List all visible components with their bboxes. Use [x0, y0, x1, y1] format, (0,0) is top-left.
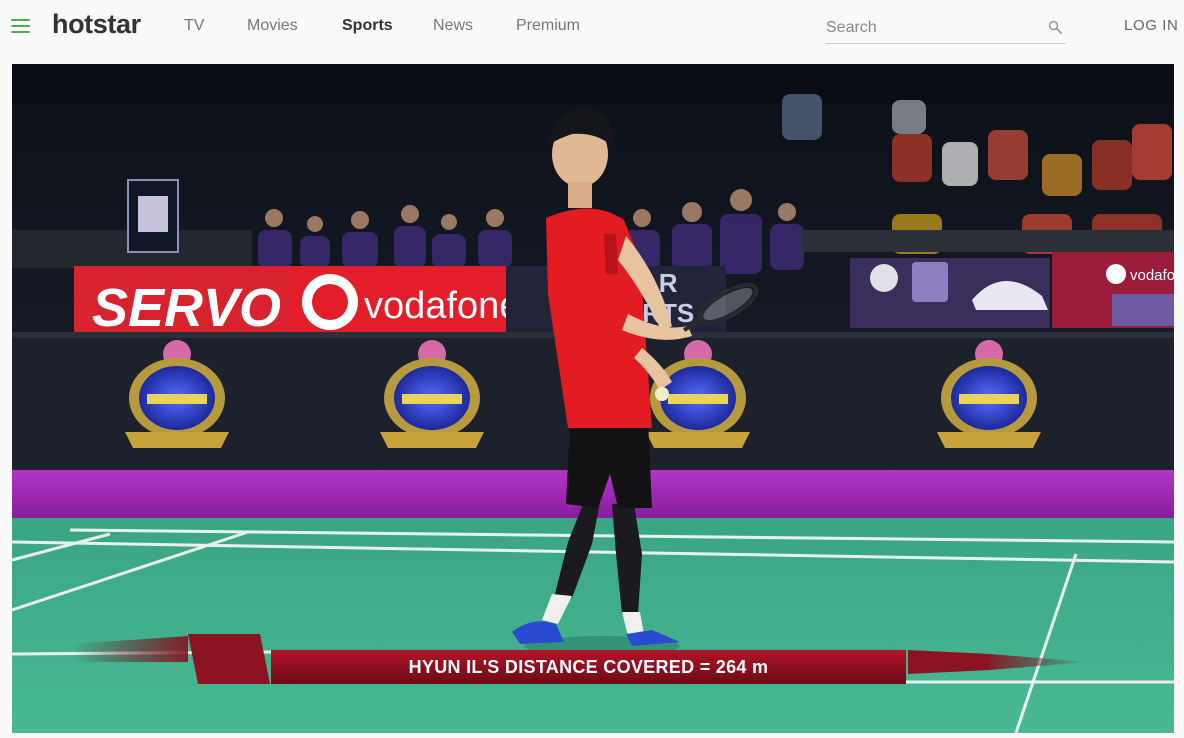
top-navigation-bar: hotstar TV Movies Sports News Premium LO… [0, 0, 1184, 56]
stat-caption-banner: HYUN IL'S DISTANCE COVERED = 264 m [271, 650, 906, 684]
sponsor-vodafone: vodafone [364, 285, 520, 327]
nav-news[interactable]: News [433, 17, 473, 35]
nav-premium[interactable]: Premium [516, 17, 580, 35]
nav-sports[interactable]: Sports [342, 17, 393, 35]
sponsor-servo: SERVO [92, 278, 281, 338]
stat-caption-text: HYUN IL'S DISTANCE COVERED = 264 m [408, 656, 769, 677]
sponsor-vodafone-right: vodafon [1130, 267, 1174, 284]
video-player[interactable]: SERVO vodafone TAR ORTS vodafon [12, 64, 1174, 733]
search-icon[interactable] [1048, 20, 1062, 34]
video-frame: SERVO vodafone TAR ORTS vodafon [12, 64, 1174, 733]
login-button[interactable]: LOG IN [1124, 17, 1178, 34]
hamburger-menu-icon[interactable] [11, 19, 30, 33]
nav-movies[interactable]: Movies [247, 17, 298, 35]
hotstar-logo[interactable]: hotstar [52, 9, 141, 40]
nav-tv[interactable]: TV [184, 17, 204, 35]
search-box [826, 14, 1066, 44]
search-input[interactable] [826, 17, 1036, 39]
